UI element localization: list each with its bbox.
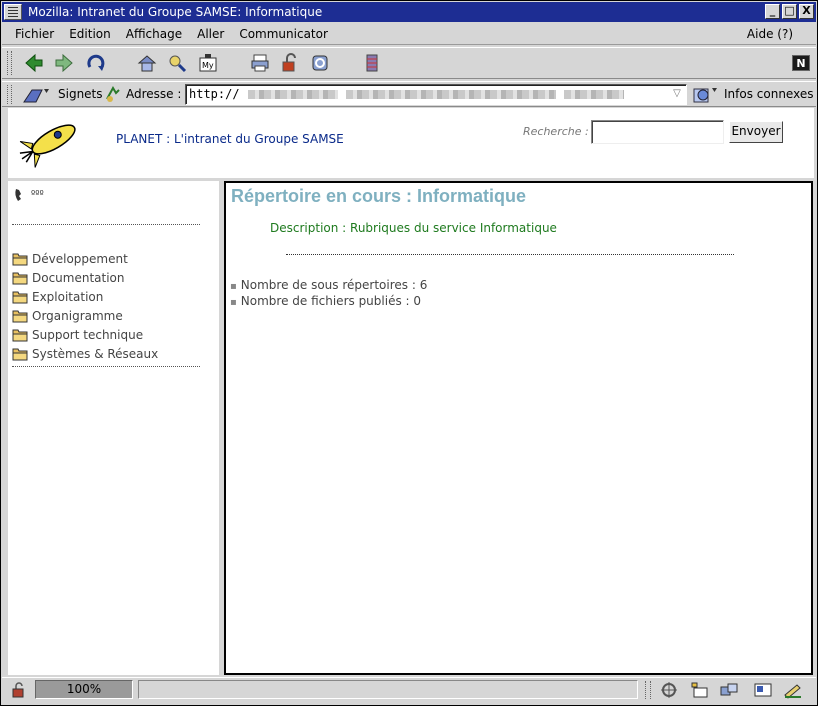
url-dropdown-icon[interactable]: ▽	[670, 86, 684, 102]
folder-label: Systèmes & Réseaux	[32, 346, 159, 361]
system-menu-icon[interactable]	[4, 4, 22, 20]
menu-edition[interactable]: Edition	[63, 27, 120, 41]
content-divider	[286, 254, 734, 255]
folder-icon	[12, 310, 28, 322]
page-header: PLANET : L'intranet du Groupe SAMSE Rech…	[8, 108, 814, 178]
status-message	[138, 680, 638, 699]
window-title: Mozilla: Intranet du Groupe SAMSE: Infor…	[28, 5, 323, 19]
address-book-icon[interactable]	[753, 681, 773, 699]
sidebar-top: ººº	[13, 187, 44, 203]
url-text: http://	[189, 87, 240, 101]
back-icon[interactable]	[23, 52, 45, 74]
menu-affichage[interactable]: Affichage	[120, 27, 191, 41]
folder-list: Développement Documentation Exploitation…	[12, 249, 158, 363]
menu-aide[interactable]: Aide (?)	[741, 27, 802, 41]
url-redacted-2	[345, 90, 556, 99]
navigation-toolbar: My N	[2, 47, 816, 79]
security-lock-icon[interactable]	[10, 681, 28, 699]
folder-icon	[12, 348, 28, 360]
browser-window: Mozilla: Intranet du Groupe SAMSE: Infor…	[0, 0, 818, 706]
menu-communicator[interactable]: Communicator	[233, 27, 337, 41]
forward-icon[interactable]	[53, 52, 75, 74]
content-frame: Répertoire en cours : Informatique Descr…	[224, 181, 813, 675]
folder-item-developpement[interactable]: Développement	[12, 249, 158, 268]
folder-item-documentation[interactable]: Documentation	[12, 268, 158, 287]
zoom-level[interactable]: 100%	[35, 680, 133, 699]
folder-icon	[12, 253, 28, 265]
sidebar-divider-top	[12, 224, 200, 225]
folder-label: Exploitation	[32, 289, 104, 304]
folder-label: Développement	[32, 251, 128, 266]
url-redacted	[247, 90, 338, 99]
url-input[interactable]: http://	[185, 84, 687, 105]
close-button[interactable]: X	[799, 4, 814, 19]
location-grip[interactable]	[7, 85, 12, 104]
left-frame: ººº Développement Documentation Exploita…	[8, 181, 222, 675]
newsgroups-icon[interactable]	[719, 681, 739, 699]
stats-list: Nombre de sous répertoires : 6 Nombre de…	[230, 278, 428, 310]
sidebar-top-text: ººº	[31, 190, 44, 200]
phone-icon[interactable]	[13, 187, 27, 203]
menu-bar: Fichier Edition Affichage Aller Communic…	[2, 23, 816, 45]
composer-icon[interactable]	[783, 681, 803, 699]
my-netscape-icon[interactable]: My	[197, 52, 219, 74]
folder-label: Support technique	[32, 327, 144, 342]
folder-label: Organigramme	[32, 308, 123, 323]
page-title: Répertoire en cours : Informatique	[231, 186, 527, 206]
sidebar-divider-bottom	[12, 366, 200, 367]
location-bar: Signets Adresse : http:// ▽ Infos connex…	[2, 81, 816, 107]
folder-label: Documentation	[32, 270, 125, 285]
navigator-icon[interactable]	[659, 681, 679, 699]
status-bar: 100%	[2, 677, 816, 701]
maximize-button[interactable]: □	[782, 4, 797, 19]
svg-text:My: My	[202, 61, 214, 70]
envoyer-button[interactable]: Envoyer	[729, 121, 783, 143]
menu-fichier[interactable]: Fichier	[9, 27, 63, 41]
url-redacted-3	[563, 90, 624, 99]
stat-subdirectories: Nombre de sous répertoires : 6	[230, 278, 428, 294]
site-title[interactable]: PLANET : L'intranet du Groupe SAMSE	[116, 132, 344, 146]
description-text: Description : Rubriques du service Infor…	[270, 221, 557, 235]
netscape-logo[interactable]: N	[792, 55, 810, 71]
reload-icon[interactable]	[85, 52, 107, 74]
folder-item-exploitation[interactable]: Exploitation	[12, 287, 158, 306]
signets-button[interactable]: Signets	[58, 87, 103, 101]
minimize-button[interactable]: _	[765, 4, 780, 19]
component-bar-grip[interactable]	[645, 681, 651, 699]
search-label: Recherche :	[523, 125, 589, 138]
folder-item-support-technique[interactable]: Support technique	[12, 325, 158, 344]
folder-icon	[12, 272, 28, 284]
search-input[interactable]	[591, 120, 724, 144]
bookmarks-icon[interactable]	[22, 86, 52, 104]
adresse-label: Adresse :	[126, 87, 182, 101]
rocket-logo[interactable]	[16, 114, 86, 168]
home-icon[interactable]	[136, 52, 158, 74]
folder-icon	[12, 291, 28, 303]
folder-item-systemes-reseaux[interactable]: Systèmes & Réseaux	[12, 344, 158, 363]
toolbar-grip[interactable]	[7, 51, 12, 75]
security-icon[interactable]	[279, 52, 301, 74]
location-icon[interactable]	[104, 85, 122, 103]
menu-aller[interactable]: Aller	[191, 27, 233, 41]
print-icon[interactable]	[249, 52, 271, 74]
folder-item-organigramme[interactable]: Organigramme	[12, 306, 158, 325]
shop-icon[interactable]	[309, 52, 331, 74]
stop-icon[interactable]	[361, 52, 383, 74]
title-bar: Mozilla: Intranet du Groupe SAMSE: Infor…	[2, 2, 816, 22]
mail-icon[interactable]	[689, 681, 709, 699]
folder-icon	[12, 329, 28, 341]
search-icon[interactable]	[166, 52, 188, 74]
stat-published-files: Nombre de fichiers publiés : 0	[230, 294, 427, 310]
infos-connexes-button[interactable]: Infos connexes	[724, 87, 813, 101]
related-links-icon[interactable]	[692, 85, 720, 105]
